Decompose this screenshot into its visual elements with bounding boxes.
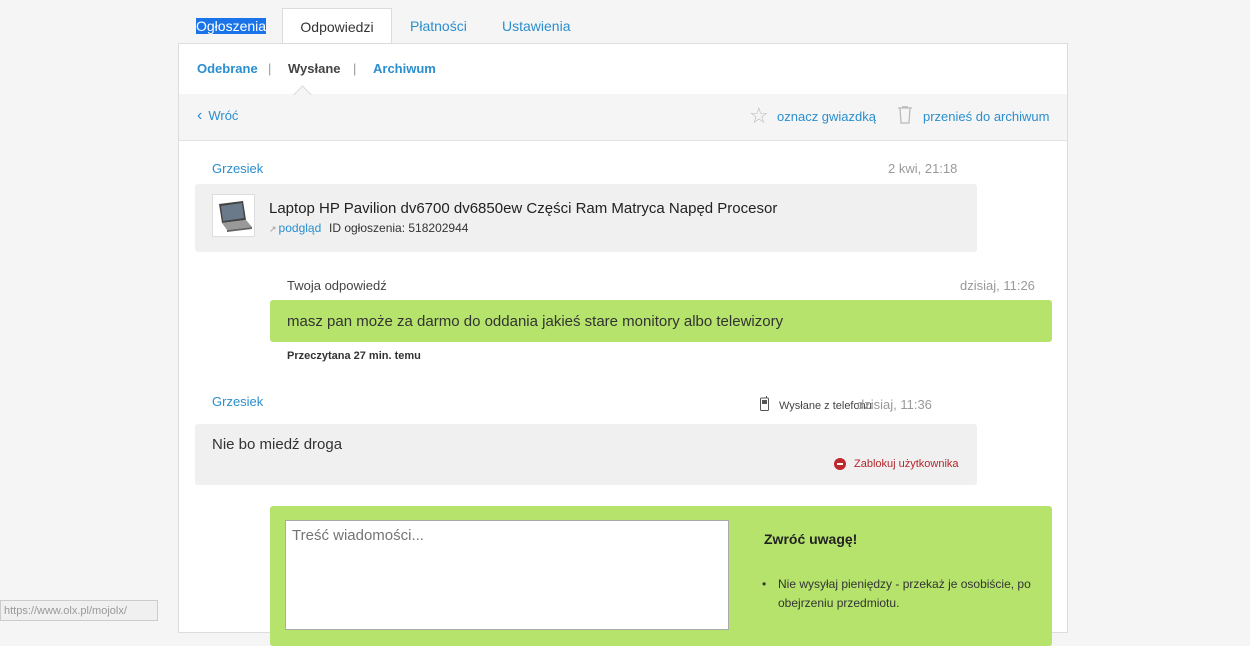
listing-bubble: Laptop HP Pavilion dv6700 dv6850ew Częśc… [195, 184, 977, 252]
reply-bubble: masz pan może za darmo do oddania jakieś… [270, 300, 1052, 342]
subtab-separator: | [353, 61, 357, 76]
message-toolbar: ‹ Wróć ☆ oznacz gwiazdką przenieś do arch… [179, 94, 1067, 141]
sender-name[interactable]: Grzesiek [212, 161, 263, 176]
tab-odpowiedzi-label: Odpowiedzi [300, 19, 374, 35]
tab-ustawienia-label: Ustawienia [502, 18, 571, 34]
back-label: Wróć [208, 108, 239, 123]
message-bubble: Nie bo miedź droga Zablokuj użytkownika [195, 424, 977, 485]
subtab-archive[interactable]: Archiwum [373, 61, 436, 76]
phone-icon [760, 396, 769, 411]
tab-ustawienia[interactable]: Ustawienia [486, 8, 586, 44]
tab-ogloszenia-label: Ogłoszenia [196, 18, 267, 34]
conversation-card: Odebrane | Wysłane | Archiwum ‹ Wróć ☆ oz… [178, 43, 1068, 646]
message-text: Nie bo miedź droga [212, 436, 343, 453]
preview-link[interactable]: ↗ podgląd [269, 221, 321, 235]
reply-text: masz pan może za darmo do oddania jakieś… [287, 313, 784, 330]
tab-odpowiedzi[interactable]: Odpowiedzi [282, 8, 392, 45]
external-link-icon: ↗ [269, 224, 277, 234]
star-icon[interactable]: ☆ [749, 103, 769, 129]
listing-id: ID ogłoszenia: 518202944 [329, 221, 469, 235]
notice-item: Nie wysyłaj pieniędzy - przekaż je osobi… [762, 575, 1034, 613]
reply-label: Twoja odpowiedź [287, 278, 387, 293]
subtabs: Odebrane | Wysłane | Archiwum [179, 44, 1067, 95]
chevron-left-icon: ‹ [197, 107, 203, 124]
message-time: dzisiaj, 11:36 [857, 397, 932, 412]
notice-title: Zwróć uwagę! [764, 531, 858, 547]
star-button[interactable]: oznacz gwiazdką [777, 109, 876, 124]
subtab-sent[interactable]: Wysłane [288, 61, 341, 76]
block-icon[interactable] [834, 458, 846, 470]
tab-platnosci[interactable]: Płatności [394, 8, 483, 44]
trash-icon[interactable] [897, 106, 913, 124]
archive-button[interactable]: przenieś do archiwum [923, 109, 1049, 124]
listing-title[interactable]: Laptop HP Pavilion dv6700 dv6850ew Częśc… [269, 200, 777, 217]
subtab-received[interactable]: Odebrane [197, 61, 258, 76]
notice-item-text: Nie wysyłaj pieniędzy - przekaż je osobi… [778, 577, 1031, 610]
block-user-button[interactable]: Zablokuj użytkownika [854, 458, 959, 470]
compose-panel: Zwróć uwagę! Nie wysyłaj pieniędzy - prz… [270, 506, 1052, 646]
preview-label: podgląd [278, 221, 322, 235]
tab-ogloszenia[interactable]: Ogłoszenia [180, 8, 282, 44]
tab-platnosci-label: Płatności [410, 18, 467, 34]
message-input[interactable] [285, 520, 729, 630]
main-tabs: Ogłoszenia Odpowiedzi Płatności Ustawien… [180, 8, 1068, 45]
listing-thumbnail[interactable] [212, 194, 255, 237]
message-time: 2 kwi, 21:18 [888, 161, 958, 176]
reply-time: dzisiaj, 11:26 [960, 278, 1035, 293]
status-bar-url: https://www.olx.pl/mojolx/ [0, 600, 158, 621]
read-status: Przeczytana 27 min. temu [287, 350, 421, 362]
back-button[interactable]: ‹ Wróć [197, 107, 238, 125]
subtab-separator: | [268, 61, 272, 76]
sender-name[interactable]: Grzesiek [212, 394, 263, 409]
laptop-icon [219, 201, 252, 232]
